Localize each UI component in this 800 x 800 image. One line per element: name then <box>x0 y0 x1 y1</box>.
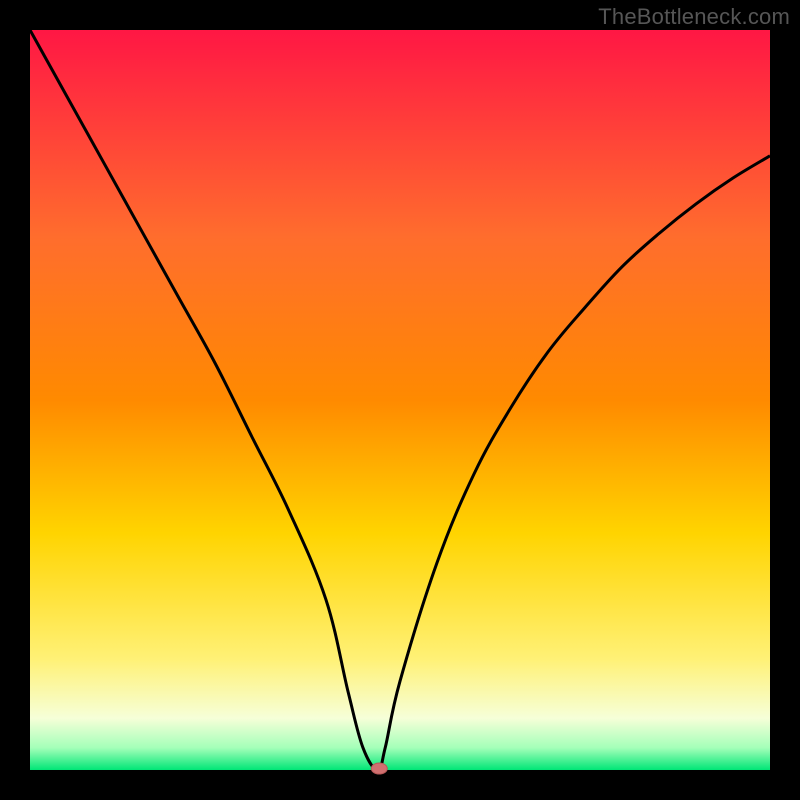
watermark-text: TheBottleneck.com <box>598 4 790 30</box>
chart-container: TheBottleneck.com <box>0 0 800 800</box>
chart-svg <box>0 0 800 800</box>
plot-area <box>30 30 770 770</box>
minimum-marker <box>371 763 387 774</box>
